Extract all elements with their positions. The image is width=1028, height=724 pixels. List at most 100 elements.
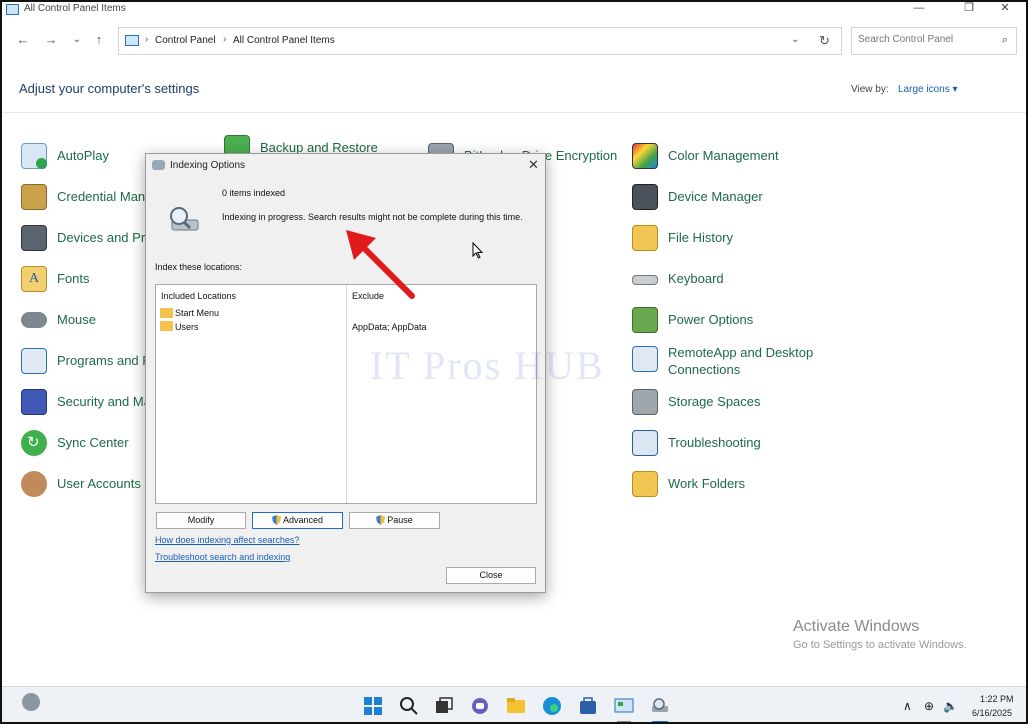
teams-chat-icon[interactable] bbox=[470, 696, 490, 716]
item-storage-spaces[interactable]: Storage Spaces bbox=[632, 389, 832, 417]
divider bbox=[2, 112, 1026, 113]
widgets-icon[interactable] bbox=[22, 693, 40, 711]
item-label: User Accounts bbox=[57, 476, 141, 491]
item-label: Programs and F bbox=[57, 353, 151, 368]
item-troubleshooting[interactable]: Troubleshooting bbox=[632, 430, 832, 458]
item-work-folders[interactable]: Work Folders bbox=[632, 471, 832, 499]
show-hidden-icons-chevron-icon[interactable]: ∧ bbox=[903, 699, 912, 713]
uac-shield-icon bbox=[376, 515, 386, 525]
start-icon[interactable] bbox=[363, 696, 383, 716]
list-row-location[interactable]: Users bbox=[175, 322, 199, 332]
maximize-button[interactable]: ❐ bbox=[954, 2, 984, 16]
control-panel-icon bbox=[125, 35, 139, 46]
item-keyboard[interactable]: Keyboard bbox=[632, 266, 832, 294]
item-label: Storage Spaces bbox=[668, 394, 761, 409]
file-history-icon bbox=[632, 225, 658, 251]
task-view-icon[interactable] bbox=[434, 696, 454, 716]
volume-icon[interactable]: 🔈 bbox=[943, 699, 958, 713]
locations-list[interactable]: Included Locations Exclude Start Menu Us… bbox=[155, 284, 537, 504]
column-divider bbox=[346, 285, 347, 503]
indexing-options-taskbar-icon[interactable] bbox=[650, 696, 670, 716]
item-file-history[interactable]: File History bbox=[632, 225, 832, 253]
watermark: IT Pros HUB bbox=[370, 343, 605, 388]
view-by-dropdown[interactable]: Large icons ▾ bbox=[898, 84, 958, 95]
search-input[interactable] bbox=[858, 34, 988, 45]
view-by-label: View by: bbox=[851, 84, 889, 95]
security-flag-icon bbox=[21, 389, 47, 415]
active-indicator bbox=[652, 721, 668, 722]
search-icon[interactable] bbox=[399, 696, 419, 716]
item-label: Fonts bbox=[57, 271, 90, 286]
pause-button[interactable]: Pause bbox=[349, 512, 440, 529]
breadcrumb-separator-icon: › bbox=[145, 34, 149, 45]
color-management-icon bbox=[632, 143, 658, 169]
search-box[interactable]: ⌕ bbox=[851, 27, 1017, 55]
up-arrow-icon[interactable]: ↑ bbox=[90, 31, 108, 49]
troubleshooting-icon bbox=[632, 430, 658, 456]
recent-locations-chevron-icon[interactable]: ⌄ bbox=[68, 31, 86, 49]
item-label: Troubleshooting bbox=[668, 435, 761, 450]
how-indexing-link[interactable]: How does indexing affect searches? bbox=[155, 535, 299, 545]
activate-windows-subtitle: Go to Settings to activate Windows. bbox=[793, 639, 967, 651]
printer-icon bbox=[21, 225, 47, 251]
item-label: Work Folders bbox=[668, 476, 746, 491]
view-by-value: Large icons bbox=[898, 84, 950, 95]
breadcrumb-control-panel[interactable]: Control Panel bbox=[155, 35, 216, 46]
indexing-status-text: Indexing in progress. Search results mig… bbox=[222, 212, 523, 222]
item-label: Device Manager bbox=[668, 189, 763, 204]
desktop-screen: All Control Panel Items — ❐ ✕ ← → ⌄ ↑ › … bbox=[0, 0, 1028, 724]
close-button[interactable]: Close bbox=[446, 567, 536, 584]
modify-button[interactable]: Modify bbox=[156, 512, 246, 529]
minimize-button[interactable]: — bbox=[904, 2, 934, 16]
pause-label: Pause bbox=[387, 515, 413, 525]
taskbar-time[interactable]: 1:22 PM bbox=[980, 694, 1014, 704]
storage-spaces-icon bbox=[632, 389, 658, 415]
back-arrow-icon[interactable]: ← bbox=[14, 31, 32, 49]
item-label: Sync Center bbox=[57, 435, 129, 450]
item-power-options[interactable]: Power Options bbox=[632, 307, 832, 335]
network-globe-icon[interactable]: ⊕ bbox=[924, 699, 934, 713]
item-label: AutoPlay bbox=[57, 148, 110, 163]
microsoft-store-icon[interactable] bbox=[578, 696, 598, 716]
item-label: Color Management bbox=[668, 148, 779, 163]
advanced-button[interactable]: Advanced bbox=[252, 512, 343, 529]
mouse-icon bbox=[21, 312, 47, 328]
taskbar-date[interactable]: 6/16/2025 bbox=[972, 708, 1012, 718]
address-bar[interactable]: › Control Panel › All Control Panel Item… bbox=[118, 27, 842, 55]
device-manager-icon bbox=[632, 184, 658, 210]
item-label: File History bbox=[668, 230, 734, 245]
address-dropdown-chevron-icon[interactable]: ⌄ bbox=[791, 34, 799, 45]
item-label: Security and Ma bbox=[57, 394, 151, 409]
item-remoteapp-connections[interactable]: RemoteApp and Desktop Connections bbox=[632, 340, 832, 380]
item-color-management[interactable]: Color Management bbox=[632, 143, 832, 171]
troubleshoot-indexing-link[interactable]: Troubleshoot search and indexing bbox=[155, 552, 290, 562]
programs-icon bbox=[21, 348, 47, 374]
dialog-close-icon[interactable]: ✕ bbox=[528, 157, 539, 173]
dropdown-caret-icon: ▾ bbox=[952, 84, 958, 95]
control-panel-taskbar-icon[interactable] bbox=[614, 696, 634, 716]
folder-icon bbox=[160, 308, 173, 318]
running-indicator bbox=[617, 721, 631, 722]
items-indexed-count: 0 items indexed bbox=[222, 188, 286, 198]
autoplay-icon bbox=[21, 143, 47, 169]
item-label: Devices and Prin bbox=[57, 230, 156, 245]
forward-arrow-icon[interactable]: → bbox=[42, 31, 60, 49]
close-window-button[interactable]: ✕ bbox=[990, 2, 1020, 16]
credential-manager-icon bbox=[21, 184, 47, 210]
file-explorer-icon[interactable] bbox=[506, 696, 526, 716]
refresh-icon[interactable]: ↻ bbox=[819, 33, 830, 49]
window-titlebar: All Control Panel Items — ❐ ✕ bbox=[2, 2, 1026, 18]
breadcrumb-all-items[interactable]: All Control Panel Items bbox=[233, 35, 335, 46]
list-row-location[interactable]: Start Menu bbox=[175, 308, 219, 318]
item-device-manager[interactable]: Device Manager bbox=[632, 184, 832, 212]
advanced-label: Advanced bbox=[282, 515, 324, 525]
item-label: Power Options bbox=[668, 312, 754, 327]
power-options-icon bbox=[632, 307, 658, 333]
remoteapp-icon bbox=[632, 346, 658, 372]
column-header-included: Included Locations bbox=[161, 291, 237, 301]
item-label-line2: Connections bbox=[668, 362, 741, 377]
activate-windows-title: Activate Windows bbox=[793, 618, 920, 635]
search-icon[interactable]: ⌕ bbox=[1002, 34, 1008, 47]
edge-browser-icon[interactable] bbox=[542, 696, 562, 716]
indexing-icon bbox=[152, 160, 165, 170]
